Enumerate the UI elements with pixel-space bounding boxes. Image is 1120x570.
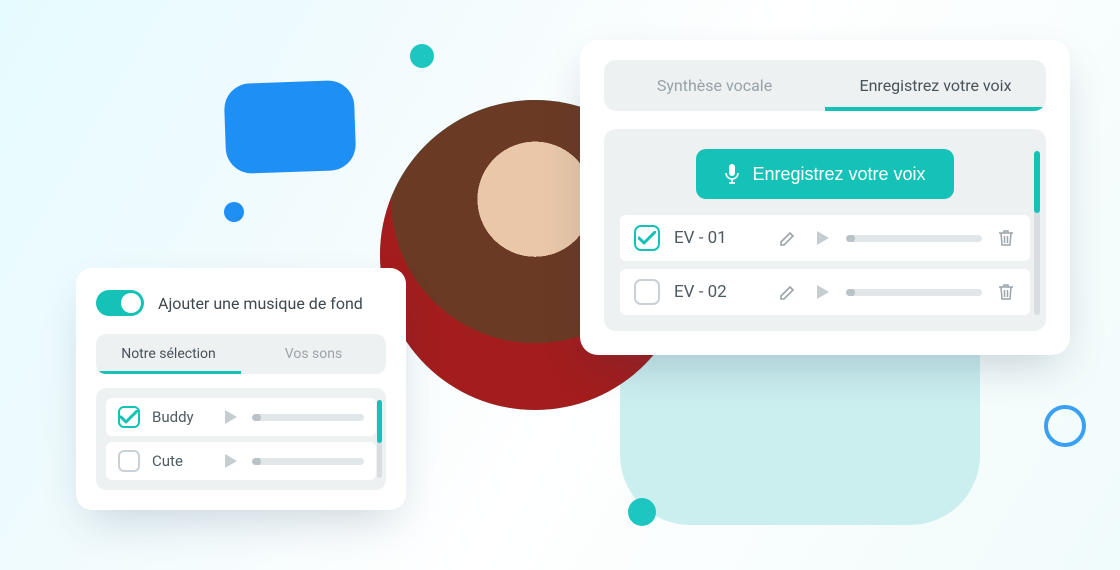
music-row: Cute bbox=[106, 442, 376, 480]
microphone-icon bbox=[724, 163, 740, 185]
play-icon[interactable] bbox=[220, 407, 240, 427]
music-name: Buddy bbox=[152, 408, 208, 426]
voice-card: Synthèse vocale Enregistrez votre voix E… bbox=[580, 40, 1070, 355]
music-list: Buddy Cute bbox=[96, 388, 386, 490]
playback-slider[interactable] bbox=[252, 458, 364, 465]
recording-name: EV - 02 bbox=[674, 282, 764, 302]
voice-tabs: Synthèse vocale Enregistrez votre voix bbox=[604, 60, 1046, 111]
trash-icon[interactable] bbox=[996, 282, 1016, 302]
play-icon[interactable] bbox=[812, 228, 832, 248]
music-tabs: Notre sélection Vos sons bbox=[96, 334, 386, 374]
play-icon[interactable] bbox=[812, 282, 832, 302]
tab-your-sounds[interactable]: Vos sons bbox=[241, 334, 386, 374]
music-checkbox[interactable] bbox=[118, 406, 140, 428]
pencil-icon[interactable] bbox=[778, 282, 798, 302]
tab-tts[interactable]: Synthèse vocale bbox=[604, 60, 825, 111]
blue-dot bbox=[224, 202, 244, 222]
blue-ring bbox=[1044, 405, 1086, 447]
recording-row: EV - 02 bbox=[620, 269, 1030, 315]
scrollbar[interactable] bbox=[377, 400, 382, 478]
record-button-label: Enregistrez votre voix bbox=[752, 164, 925, 185]
play-icon[interactable] bbox=[220, 451, 240, 471]
recording-checkbox[interactable] bbox=[634, 225, 660, 251]
music-name: Cute bbox=[152, 452, 208, 470]
music-checkbox[interactable] bbox=[118, 450, 140, 472]
trash-icon[interactable] bbox=[996, 228, 1016, 248]
recording-row: EV - 01 bbox=[620, 215, 1030, 261]
music-card: Ajouter une musique de fond Notre sélect… bbox=[76, 268, 406, 510]
music-row: Buddy bbox=[106, 398, 376, 436]
voice-record-area: Enregistrez votre voix EV - 01 bbox=[604, 129, 1046, 331]
blue-blob bbox=[223, 80, 356, 174]
playback-slider[interactable] bbox=[846, 235, 982, 242]
teal-dot-bottom bbox=[628, 498, 656, 526]
teal-dot-top bbox=[410, 44, 434, 68]
music-toggle-label: Ajouter une musique de fond bbox=[158, 294, 363, 313]
tab-our-selection[interactable]: Notre sélection bbox=[96, 334, 241, 374]
playback-slider[interactable] bbox=[846, 289, 982, 296]
playback-slider[interactable] bbox=[252, 414, 364, 421]
record-button[interactable]: Enregistrez votre voix bbox=[696, 149, 953, 199]
recording-checkbox[interactable] bbox=[634, 279, 660, 305]
tab-record[interactable]: Enregistrez votre voix bbox=[825, 60, 1046, 111]
music-toggle-row: Ajouter une musique de fond bbox=[96, 290, 386, 316]
recording-name: EV - 01 bbox=[674, 228, 764, 248]
music-toggle[interactable] bbox=[96, 290, 144, 316]
pencil-icon[interactable] bbox=[778, 228, 798, 248]
scrollbar[interactable] bbox=[1034, 151, 1040, 315]
